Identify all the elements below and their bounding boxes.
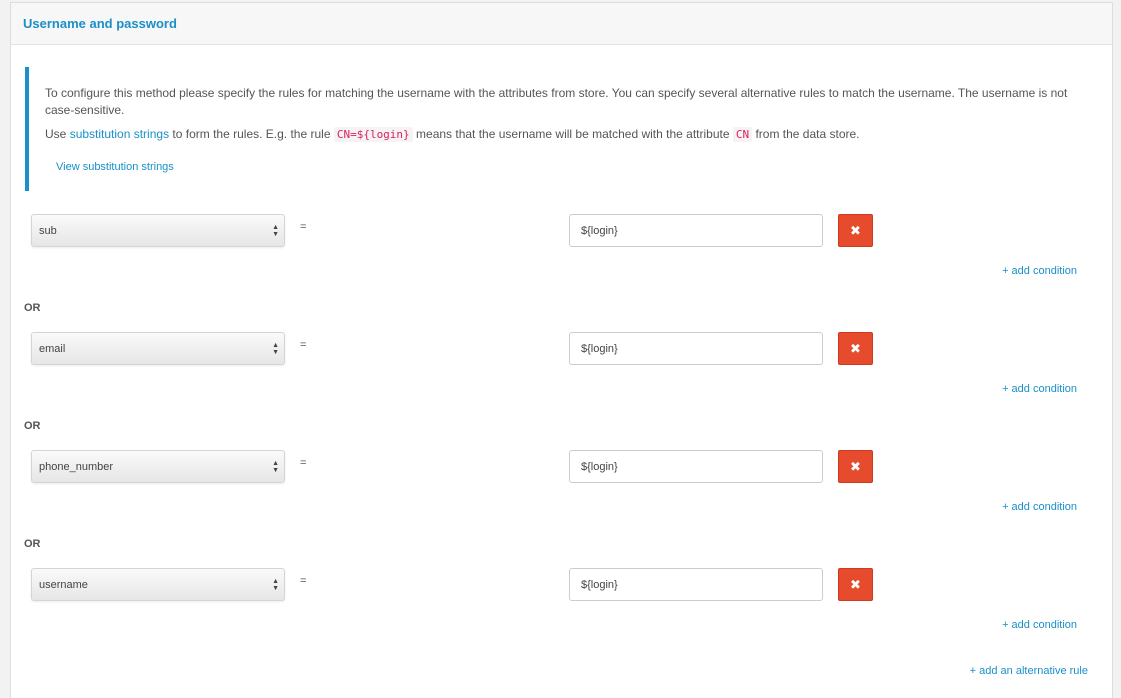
info-text-mid2: means that the username will be matched … [412, 127, 733, 141]
rule-value-input[interactable] [569, 214, 823, 247]
attribute-select[interactable]: email ▲ ▼ [31, 332, 285, 365]
close-icon: ✖ [850, 223, 861, 238]
add-condition-link[interactable]: + add condition [1002, 265, 1077, 277]
close-icon: ✖ [850, 459, 861, 474]
delete-rule-button[interactable]: ✖ [838, 568, 873, 601]
close-icon: ✖ [850, 577, 861, 592]
rule-row: username ▲▼ = ✖ + add condition [11, 568, 1114, 658]
or-label: OR [24, 420, 41, 432]
add-alternative-rule-link[interactable]: + add an alternative rule [970, 665, 1088, 677]
code-rule-example: CN=${login} [333, 127, 413, 142]
or-label: OR [24, 538, 41, 550]
attribute-select-value: phone_number [39, 461, 114, 473]
attribute-select-value: sub [39, 225, 57, 237]
attribute-select[interactable]: username ▲ ▼ [31, 568, 285, 601]
rule-value-input[interactable] [569, 450, 823, 483]
info-substitution-line: Use substitution strings to form the rul… [45, 126, 1083, 143]
add-condition-link[interactable]: + add condition [1002, 383, 1077, 395]
delete-rule-button[interactable]: ✖ [838, 332, 873, 365]
username-password-panel: Username and password To configure this … [10, 2, 1113, 698]
select-arrows-icon: ▲ ▼ [272, 342, 279, 356]
equals-operator: = [300, 457, 307, 469]
substitution-strings-link[interactable]: substitution strings [70, 127, 169, 141]
equals-operator: = [300, 221, 307, 233]
info-text-suffix: from the data store. [752, 127, 860, 141]
panel-header: Username and password [11, 3, 1112, 45]
attribute-select[interactable]: phone_number ▲ ▼ [31, 450, 285, 483]
equals-operator: = [300, 575, 307, 587]
attribute-select-value: username [39, 579, 88, 591]
code-attribute-example: CN [732, 127, 753, 142]
equals-operator: = [300, 339, 307, 351]
rule-value-input[interactable] [569, 332, 823, 365]
or-label: OR [24, 302, 41, 314]
info-text-prefix: Use [45, 127, 70, 141]
attribute-select-value: email [39, 343, 66, 355]
select-arrows-icon: ▲ ▼ [272, 578, 279, 592]
delete-rule-button[interactable]: ✖ [838, 214, 873, 247]
panel-title: Username and password [23, 16, 177, 31]
select-arrows-icon: ▲ ▼ [272, 224, 279, 238]
add-condition-link[interactable]: + add condition [1002, 619, 1077, 631]
rule-row: email ▲▼ = ✖ + add condition [11, 332, 1114, 422]
rule-row: sub ▲▼ = ✖ + add condition [11, 214, 1114, 304]
rule-value-input[interactable] [569, 568, 823, 601]
close-icon: ✖ [850, 341, 861, 356]
info-description: To configure this method please specify … [45, 86, 1068, 117]
info-box: To configure this method please specify … [25, 67, 1099, 191]
delete-rule-button[interactable]: ✖ [838, 450, 873, 483]
attribute-select[interactable]: sub ▲ ▼ [31, 214, 285, 247]
rule-row: phone_number ▲▼ = ✖ + add condition [11, 450, 1114, 540]
select-arrows-icon: ▲ ▼ [272, 460, 279, 474]
info-text-mid: to form the rules. E.g. the rule [169, 127, 334, 141]
view-substitution-strings-link[interactable]: View substitution strings [56, 161, 174, 173]
add-condition-link[interactable]: + add condition [1002, 501, 1077, 513]
